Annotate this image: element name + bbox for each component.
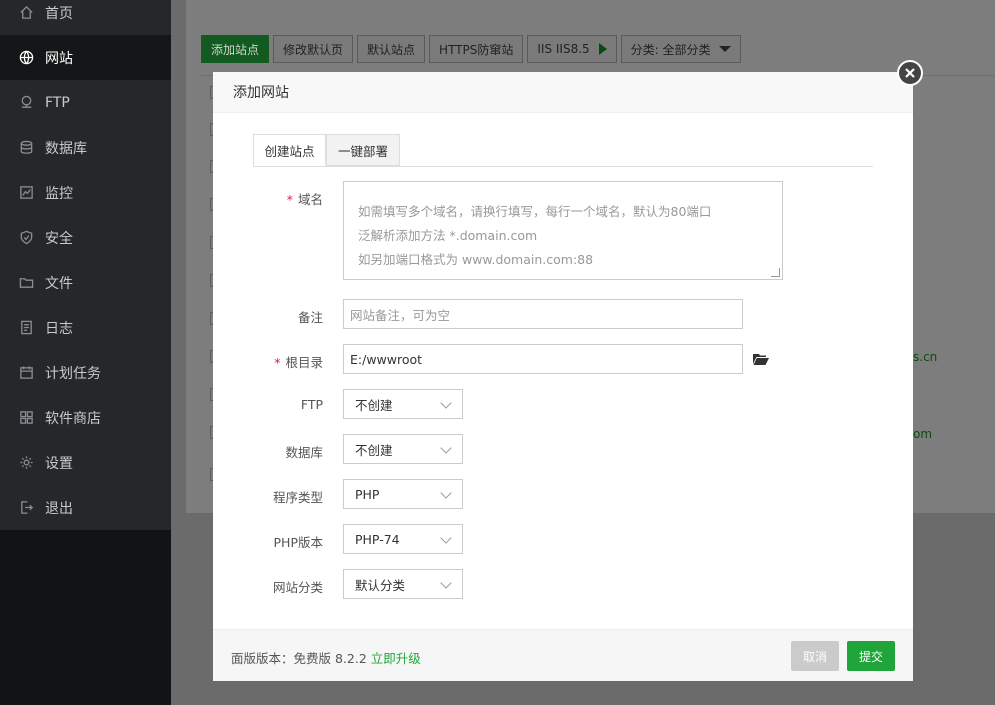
https-guard-button[interactable]: HTTPS防窜站: [429, 35, 524, 63]
domain-label: * 域名: [286, 192, 323, 207]
sidebar-item-label: 监控: [45, 185, 73, 202]
dialog-footer: 面版版本：免费版 8.2.2 立即升级 取消 提交: [213, 629, 913, 681]
category-label: 分类: 全部分类: [630, 42, 711, 57]
add-site-button[interactable]: 添加站点: [201, 35, 270, 63]
logout-icon: [18, 500, 34, 516]
required-mark: *: [286, 192, 293, 207]
ftp-select[interactable]: 不创建: [343, 389, 463, 419]
sidebar-item-monitor[interactable]: 监控: [0, 170, 171, 215]
program-type-label: 程序类型: [272, 490, 323, 505]
log-icon: [18, 320, 34, 336]
resize-grip[interactable]: [771, 268, 780, 277]
chevron-down-icon: [440, 487, 452, 499]
ftp-icon: [18, 95, 34, 111]
cancel-button[interactable]: 取消: [791, 641, 839, 671]
gear-icon: [18, 455, 34, 471]
sidebar-item-store[interactable]: 软件商店: [0, 395, 171, 440]
upgrade-link[interactable]: 立即升级: [371, 651, 421, 666]
caret-down-icon: [718, 46, 731, 52]
sidebar-item-label: 软件商店: [45, 410, 101, 427]
home-icon: [18, 5, 34, 21]
database-icon: [18, 140, 34, 156]
sidebar-item-settings[interactable]: 设置: [0, 440, 171, 485]
sidebar-item-logout[interactable]: 退出: [0, 485, 171, 530]
sidebar-item-logs[interactable]: 日志: [0, 305, 171, 350]
chevron-down-icon: [440, 532, 452, 544]
version-text: 面版版本：免费版 8.2.2: [231, 651, 367, 666]
version-info: 面版版本：免费版 8.2.2 立即升级: [231, 648, 421, 667]
apps-icon: [18, 410, 34, 426]
root-dir-label: * 根目录: [274, 355, 323, 370]
play-icon: [598, 43, 607, 55]
globe-icon: [18, 50, 34, 66]
tab-create-site[interactable]: 创建站点: [253, 134, 326, 166]
iis-label: IIS IIS8.5: [537, 42, 590, 56]
ftp-label: FTP: [300, 397, 323, 412]
site-link[interactable]: om: [913, 427, 932, 441]
chevron-down-icon: [440, 442, 452, 454]
folder-icon: [18, 275, 34, 291]
dialog-tabs: 创建站点 一键部署: [253, 134, 873, 167]
close-button[interactable]: [897, 60, 923, 86]
sidebar-item-label: 设置: [45, 455, 73, 472]
sidebar-item-website[interactable]: 网站: [0, 35, 171, 80]
shield-icon: [18, 230, 34, 246]
remark-label: 备注: [297, 310, 323, 325]
domain-textarea[interactable]: 如需填写多个域名，请换行填写，每行一个域名，默认为80端口 泛解析添加方法 *.…: [343, 181, 783, 280]
monitor-icon: [18, 185, 34, 201]
chevron-down-icon: [440, 577, 452, 589]
sidebar: 首页 网站 FTP 数据库 监控 安全 文件 日志 计划任务 软件商店 设置 退…: [0, 0, 171, 705]
domain-placeholder-line: 如需填写多个域名，请换行填写，每行一个域名，默认为80端口: [358, 204, 712, 219]
folder-open-icon[interactable]: [753, 353, 769, 365]
domain-placeholder-line: 泛解析添加方法 *.domain.com: [358, 228, 538, 243]
add-website-dialog: 添加网站 创建站点 一键部署 * 域名 如需填写多个域名，请换行填写，每行一个域名…: [213, 72, 913, 681]
sidebar-item-database[interactable]: 数据库: [0, 125, 171, 170]
sidebar-item-home[interactable]: 首页: [0, 0, 171, 35]
required-mark: *: [274, 355, 281, 370]
sidebar-item-label: 网站: [45, 50, 73, 67]
database-label: 数据库: [285, 445, 323, 460]
sidebar-item-label: 日志: [45, 320, 73, 337]
toolbar: 添加站点 修改默认页 默认站点 HTTPS防窜站 IIS IIS8.5 分类: …: [201, 35, 741, 63]
sidebar-item-tasks[interactable]: 计划任务: [0, 350, 171, 395]
close-icon: [905, 68, 915, 78]
sidebar-item-label: 计划任务: [45, 365, 101, 382]
database-select[interactable]: 不创建: [343, 434, 463, 464]
sidebar-item-label: 文件: [45, 275, 73, 292]
default-site-button[interactable]: 默认站点: [357, 35, 426, 63]
php-version-label: PHP版本: [273, 535, 323, 550]
sidebar-shade: [0, 530, 171, 705]
php-version-select[interactable]: PHP-74: [343, 524, 463, 554]
edit-default-page-button[interactable]: 修改默认页: [273, 35, 354, 63]
chevron-down-icon: [440, 397, 452, 409]
calendar-icon: [18, 365, 34, 381]
submit-button[interactable]: 提交: [847, 641, 895, 671]
dialog-title: 添加网站: [213, 72, 913, 113]
root-dir-input[interactable]: E:/wwwroot: [343, 344, 743, 374]
iis-button[interactable]: IIS IIS8.5: [527, 35, 617, 63]
sidebar-item-ftp[interactable]: FTP: [0, 80, 171, 125]
tab-one-click-deploy[interactable]: 一键部署: [326, 134, 400, 166]
sidebar-item-label: 数据库: [45, 140, 87, 157]
remark-input[interactable]: 网站备注，可为空: [343, 299, 743, 329]
sidebar-item-files[interactable]: 文件: [0, 260, 171, 305]
sidebar-item-label: 退出: [45, 500, 73, 517]
sidebar-item-label: FTP: [45, 94, 70, 111]
program-type-select[interactable]: PHP: [343, 479, 463, 509]
sidebar-item-label: 首页: [45, 5, 73, 22]
site-link[interactable]: s.cn: [913, 350, 937, 364]
sidebar-item-label: 安全: [45, 230, 73, 247]
site-category-label: 网站分类: [272, 580, 323, 595]
domain-placeholder-line: 如另加端口格式为 www.domain.com:88: [358, 252, 594, 267]
site-category-select[interactable]: 默认分类: [343, 569, 463, 599]
sidebar-item-security[interactable]: 安全: [0, 215, 171, 260]
category-dropdown[interactable]: 分类: 全部分类: [620, 35, 741, 63]
